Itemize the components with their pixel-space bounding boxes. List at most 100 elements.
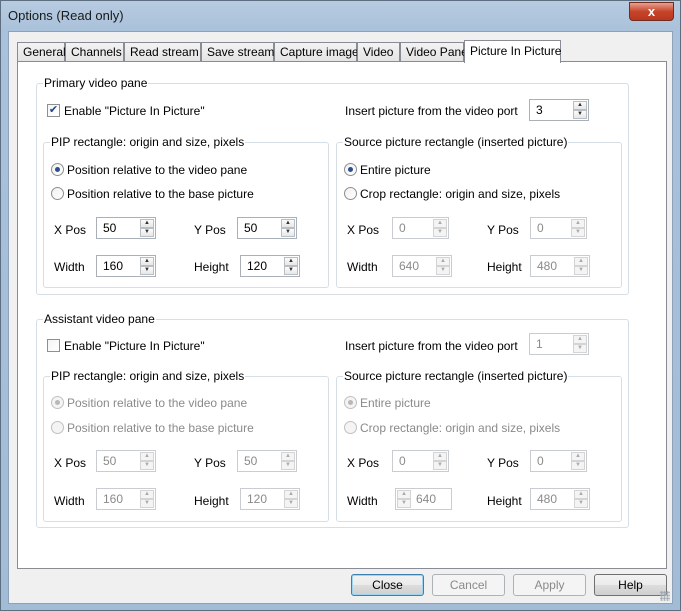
spin-down-icon[interactable]: ▼ xyxy=(140,461,154,470)
primary-src-xpos-label: X Pos xyxy=(347,223,380,237)
assistant-src-radio-crop[interactable] xyxy=(344,421,357,434)
assistant-pip-width-spinner[interactable]: 160 ▲ ▼ xyxy=(96,488,156,510)
primary-pip-title: PIP rectangle: origin and size, pixels xyxy=(50,135,246,149)
spin-down-icon[interactable]: ▼ xyxy=(574,499,588,508)
primary-src-height-spinner[interactable]: 480 ▲ ▼ xyxy=(530,255,590,277)
spin-up-icon[interactable]: ▲ xyxy=(433,452,447,461)
assistant-pip-xpos-label: X Pos xyxy=(54,456,87,470)
primary-src-width-spinner[interactable]: 640 ▲ ▼ xyxy=(392,255,452,277)
spin-down-icon[interactable]: ▼ xyxy=(397,499,411,508)
assistant-src-height-spinner[interactable]: 480 ▲ ▼ xyxy=(530,488,590,510)
primary-pip-height-spinner[interactable]: 120 ▲ ▼ xyxy=(240,255,300,277)
dialog-client: General Channels Read stream Save stream… xyxy=(8,31,673,604)
spin-down-icon[interactable]: ▼ xyxy=(281,228,295,237)
primary-src-radio-entire[interactable] xyxy=(344,163,357,176)
primary-pip-ypos-value: 50 xyxy=(244,221,258,235)
primary-src-xpos-spinner[interactable]: 0 ▲ ▼ xyxy=(392,217,449,239)
primary-source-rect-group: Source picture rectangle (inserted pictu… xyxy=(336,135,622,288)
spin-up-icon[interactable]: ▲ xyxy=(433,219,447,228)
primary-enable-checkbox[interactable]: ✔ xyxy=(47,104,60,117)
spin-up-icon[interactable]: ▲ xyxy=(281,452,295,461)
primary-port-spinner[interactable]: 3 ▲ ▼ xyxy=(529,99,589,121)
spin-up-icon[interactable]: ▲ xyxy=(284,257,298,266)
primary-pip-radio2-label: Position relative to the base picture xyxy=(67,187,254,201)
spin-up-icon[interactable]: ▲ xyxy=(436,257,450,266)
assistant-src-ypos-value: 0 xyxy=(537,454,544,468)
assistant-pip-rect-group: PIP rectangle: origin and size, pixels P… xyxy=(43,369,329,522)
spin-down-icon[interactable]: ▼ xyxy=(284,266,298,275)
assistant-pip-radio-video-pane[interactable] xyxy=(51,396,64,409)
spin-down-icon[interactable]: ▼ xyxy=(573,344,587,353)
primary-pip-radio-video-pane[interactable] xyxy=(51,163,64,176)
spin-down-icon[interactable]: ▼ xyxy=(573,110,587,119)
spin-up-icon[interactable]: ▲ xyxy=(574,257,588,266)
assistant-src-xpos-value: 0 xyxy=(399,454,406,468)
spin-down-icon[interactable]: ▼ xyxy=(574,266,588,275)
assistant-src-height-value: 480 xyxy=(537,492,558,506)
tab-capture-image[interactable]: Capture image xyxy=(274,42,359,62)
spin-up-icon[interactable]: ▲ xyxy=(284,490,298,499)
spin-up-icon[interactable]: ▲ xyxy=(573,335,587,344)
spin-up-icon[interactable]: ▲ xyxy=(571,219,585,228)
assistant-enable-label: Enable "Picture In Picture" xyxy=(64,339,205,353)
assistant-enable-checkbox[interactable] xyxy=(47,339,60,352)
spin-down-icon[interactable]: ▼ xyxy=(433,461,447,470)
primary-pip-xpos-label: X Pos xyxy=(54,223,87,237)
spin-down-icon[interactable]: ▼ xyxy=(284,499,298,508)
primary-pip-ypos-spinner[interactable]: 50 ▲ ▼ xyxy=(237,217,297,239)
spin-down-icon[interactable]: ▼ xyxy=(571,461,585,470)
assistant-source-rect-group: Source picture rectangle (inserted pictu… xyxy=(336,369,622,522)
assistant-src-xpos-spinner[interactable]: 0 ▲ ▼ xyxy=(392,450,449,472)
primary-pip-width-spinner[interactable]: 160 ▲ ▼ xyxy=(96,255,156,277)
tab-video[interactable]: Video xyxy=(357,42,400,62)
assistant-src-radio1-label: Entire picture xyxy=(360,396,431,410)
primary-pip-height-value: 120 xyxy=(247,259,268,273)
assistant-port-spinner[interactable]: 1 ▲ ▼ xyxy=(529,333,589,355)
spin-down-icon[interactable]: ▼ xyxy=(571,228,585,237)
primary-pip-width-value: 160 xyxy=(103,259,124,273)
spin-up-icon[interactable]: ▲ xyxy=(573,101,587,110)
resize-grip-icon[interactable] xyxy=(660,591,670,601)
title-bar[interactable]: Options (Read only) x xyxy=(1,1,680,31)
assistant-src-width-spinner[interactable]: 640 ▲ ▼ xyxy=(395,488,452,510)
assistant-src-width-label: Width xyxy=(347,494,378,508)
spin-down-icon[interactable]: ▼ xyxy=(140,228,154,237)
assistant-pip-height-spinner[interactable]: 120 ▲ ▼ xyxy=(240,488,300,510)
assistant-src-ypos-spinner[interactable]: 0 ▲ ▼ xyxy=(530,450,587,472)
primary-pip-xpos-spinner[interactable]: 50 ▲ ▼ xyxy=(96,217,156,239)
assistant-pip-xpos-spinner[interactable]: 50 ▲ ▼ xyxy=(96,450,156,472)
spin-up-icon[interactable]: ▲ xyxy=(281,219,295,228)
assistant-group-title: Assistant video pane xyxy=(43,312,156,326)
assistant-pip-ypos-spinner[interactable]: 50 ▲ ▼ xyxy=(237,450,297,472)
assistant-pip-radio-base-picture[interactable] xyxy=(51,421,64,434)
tab-save-stream[interactable]: Save stream xyxy=(201,42,274,62)
apply-button[interactable]: Apply xyxy=(513,574,586,596)
assistant-src-radio-entire[interactable] xyxy=(344,396,357,409)
spin-up-icon[interactable]: ▲ xyxy=(571,452,585,461)
spin-up-icon[interactable]: ▲ xyxy=(140,490,154,499)
tab-channels[interactable]: Channels xyxy=(65,42,124,62)
spin-down-icon[interactable]: ▼ xyxy=(140,266,154,275)
tab-general[interactable]: General xyxy=(17,42,66,62)
cancel-button[interactable]: Cancel xyxy=(432,574,505,596)
spin-down-icon[interactable]: ▼ xyxy=(436,266,450,275)
tab-read-stream[interactable]: Read stream xyxy=(124,42,201,62)
primary-src-radio-crop[interactable] xyxy=(344,187,357,200)
help-button[interactable]: Help xyxy=(594,574,667,596)
window-close-button[interactable]: x xyxy=(629,2,674,21)
tab-video-pane[interactable]: Video Pane xyxy=(400,42,468,62)
close-button[interactable]: Close xyxy=(351,574,424,596)
spin-down-icon[interactable]: ▼ xyxy=(140,499,154,508)
window-title: Options (Read only) xyxy=(8,8,124,23)
tab-picture-in-picture[interactable]: Picture In Picture xyxy=(464,40,561,63)
assistant-src-height-label: Height xyxy=(487,494,522,508)
primary-src-ypos-spinner[interactable]: 0 ▲ ▼ xyxy=(530,217,587,239)
spin-up-icon[interactable]: ▲ xyxy=(140,452,154,461)
spin-up-icon[interactable]: ▲ xyxy=(140,219,154,228)
spin-up-icon[interactable]: ▲ xyxy=(140,257,154,266)
primary-pip-radio-base-picture[interactable] xyxy=(51,187,64,200)
spin-down-icon[interactable]: ▼ xyxy=(433,228,447,237)
spin-up-icon[interactable]: ▲ xyxy=(397,490,411,499)
spin-down-icon[interactable]: ▼ xyxy=(281,461,295,470)
spin-up-icon[interactable]: ▲ xyxy=(574,490,588,499)
